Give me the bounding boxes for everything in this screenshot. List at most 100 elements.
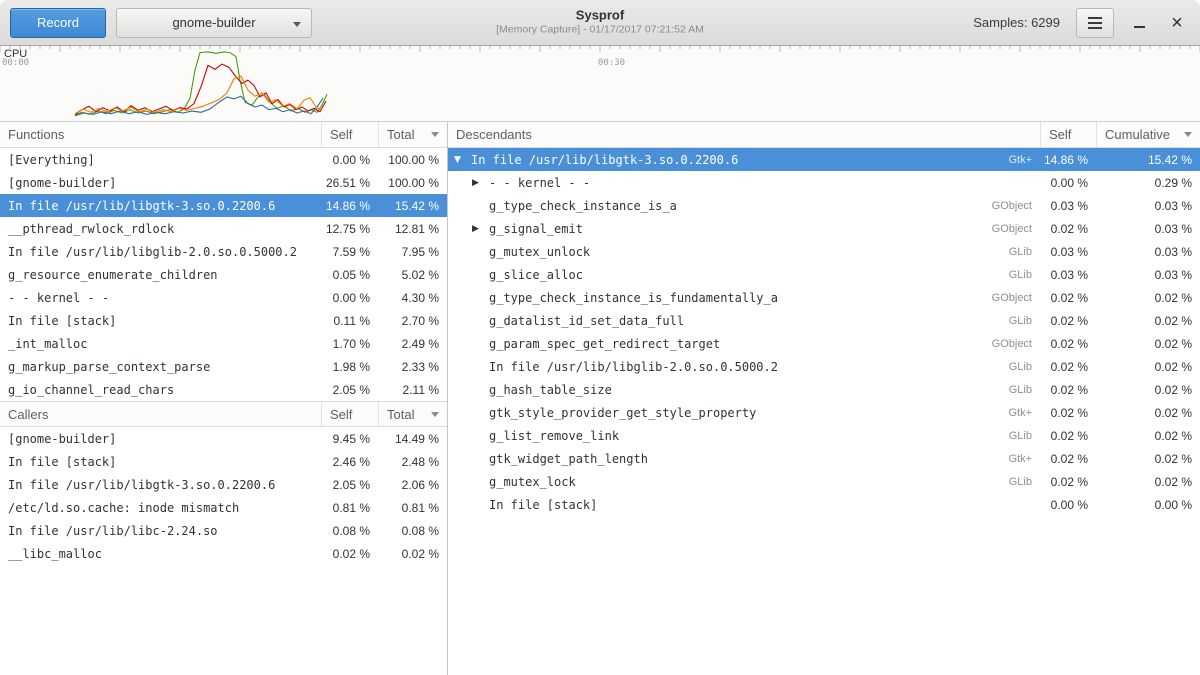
descendant-cumulative: 0.02 % xyxy=(1096,337,1200,351)
process-selector-label: gnome-builder xyxy=(172,15,255,30)
descendant-cumulative: 0.02 % xyxy=(1096,360,1200,374)
descendant-row[interactable]: g_list_remove_linkGLib0.02 %0.02 % xyxy=(448,424,1200,447)
function-row-total: 15.42 % xyxy=(378,199,447,213)
function-row-name: In file /usr/lib/libglib-2.0.so.0.5000.2 xyxy=(0,245,321,259)
minimize-button[interactable] xyxy=(1126,10,1152,36)
descendant-row[interactable]: g_param_spec_get_redirect_targetGObject0… xyxy=(448,332,1200,355)
function-row-self: 0.11 % xyxy=(321,314,378,328)
caller-row[interactable]: __libc_malloc0.02 %0.02 % xyxy=(0,542,447,565)
time-label-mid: 00:30 xyxy=(598,58,625,68)
descendant-row[interactable]: g_mutex_unlockGLib0.03 %0.03 % xyxy=(448,240,1200,263)
descendant-row[interactable]: In file [stack]0.00 %0.00 % xyxy=(448,493,1200,516)
function-row[interactable]: __pthread_rwlock_rdlock12.75 %12.81 % xyxy=(0,217,447,240)
descendant-name: g_type_check_instance_is_a xyxy=(489,199,677,213)
caller-row[interactable]: In file /usr/lib/libc-2.24.so0.08 %0.08 … xyxy=(0,519,447,542)
menu-button[interactable] xyxy=(1076,8,1114,38)
function-row-total: 2.33 % xyxy=(378,360,447,374)
descendant-cumulative: 0.03 % xyxy=(1096,245,1200,259)
descendant-name-cell: ▶- - kernel - - xyxy=(448,176,970,190)
functions-total-column-header[interactable]: Total xyxy=(378,122,447,147)
function-row[interactable]: [gnome-builder]26.51 %100.00 % xyxy=(0,171,447,194)
function-row[interactable]: g_resource_enumerate_children0.05 %5.02 … xyxy=(0,263,447,286)
descendant-cumulative: 0.29 % xyxy=(1096,176,1200,190)
function-row-name: In file [stack] xyxy=(0,314,321,328)
function-row[interactable]: g_markup_parse_context_parse1.98 %2.33 % xyxy=(0,355,447,378)
descendant-cumulative: 0.02 % xyxy=(1096,406,1200,420)
descendant-row[interactable]: g_type_check_instance_is_fundamentally_a… xyxy=(448,286,1200,309)
descendant-row[interactable]: ▶- - kernel - -0.00 %0.29 % xyxy=(448,171,1200,194)
function-row[interactable]: _int_malloc1.70 %2.49 % xyxy=(0,332,447,355)
caller-row-self: 0.81 % xyxy=(321,501,378,515)
process-selector-dropdown[interactable]: gnome-builder xyxy=(116,8,312,38)
functions-self-column-header[interactable]: Self xyxy=(321,122,378,147)
descendant-row[interactable]: g_slice_allocGLib0.03 %0.03 % xyxy=(448,263,1200,286)
descendant-cumulative: 15.42 % xyxy=(1096,153,1200,167)
descendant-cumulative: 0.02 % xyxy=(1096,475,1200,489)
expander-expanded-icon[interactable]: ▼ xyxy=(454,155,471,165)
cpu-usage-graph[interactable]: CPU 00:00 00:30 xyxy=(0,46,1200,122)
column-label: Descendants xyxy=(456,127,532,142)
expander-collapsed-icon[interactable]: ▶ xyxy=(472,178,489,188)
descendants-column-header[interactable]: Descendants xyxy=(448,122,1040,147)
caller-row-total: 0.02 % xyxy=(378,547,447,561)
function-row-name: [gnome-builder] xyxy=(0,176,321,190)
descendant-name-cell: g_list_remove_link xyxy=(448,429,970,443)
headerbar-right: Samples: 6299 × xyxy=(973,8,1190,38)
function-row[interactable]: g_io_channel_read_chars2.05 %2.11 % xyxy=(0,378,447,401)
functions-column-header[interactable]: Functions xyxy=(0,122,321,147)
descendant-cumulative: 0.02 % xyxy=(1096,452,1200,466)
descendant-row[interactable]: ▶g_signal_emitGObject0.02 %0.03 % xyxy=(448,217,1200,240)
caller-row[interactable]: /etc/ld.so.cache: inode mismatch0.81 %0.… xyxy=(0,496,447,519)
descendant-self: 0.02 % xyxy=(1040,291,1096,305)
caller-row[interactable]: In file [stack]2.46 %2.48 % xyxy=(0,450,447,473)
descendant-name: g_hash_table_size xyxy=(489,383,612,397)
function-row[interactable]: In file [stack]0.11 %2.70 % xyxy=(0,309,447,332)
function-row-name: g_resource_enumerate_children xyxy=(0,268,321,282)
descendant-self: 0.03 % xyxy=(1040,199,1096,213)
caller-row[interactable]: [gnome-builder]9.45 %14.49 % xyxy=(0,427,447,450)
descendant-name: gtk_style_provider_get_style_property xyxy=(489,406,756,420)
function-row[interactable]: In file /usr/lib/libglib-2.0.so.0.5000.2… xyxy=(0,240,447,263)
descendant-row[interactable]: g_mutex_lockGLib0.02 %0.02 % xyxy=(448,470,1200,493)
descendants-cumulative-column-header[interactable]: Cumulative xyxy=(1096,122,1200,147)
callers-column-header[interactable]: Callers xyxy=(0,402,321,426)
column-label: Total xyxy=(387,127,414,142)
expander-collapsed-icon[interactable]: ▶ xyxy=(472,224,489,234)
record-button[interactable]: Record xyxy=(10,8,106,38)
descendant-name: gtk_widget_path_length xyxy=(489,452,648,466)
function-row[interactable]: [Everything]0.00 %100.00 % xyxy=(0,148,447,171)
function-row-name: - - kernel - - xyxy=(0,291,321,305)
function-row-total: 2.49 % xyxy=(378,337,447,351)
descendant-name: In file [stack] xyxy=(489,498,597,512)
minimize-icon xyxy=(1134,26,1145,28)
callers-list: [gnome-builder]9.45 %14.49 %In file [sta… xyxy=(0,427,447,565)
function-row-total: 5.02 % xyxy=(378,268,447,282)
descendant-name-cell: g_slice_alloc xyxy=(448,268,970,282)
descendant-row[interactable]: gtk_widget_path_lengthGtk+0.02 %0.02 % xyxy=(448,447,1200,470)
descendant-row[interactable]: g_datalist_id_set_data_fullGLib0.02 %0.0… xyxy=(448,309,1200,332)
function-row-name: g_markup_parse_context_parse xyxy=(0,360,321,374)
descendant-cumulative: 0.00 % xyxy=(1096,498,1200,512)
descendant-name-cell: gtk_style_provider_get_style_property xyxy=(448,406,970,420)
close-button[interactable]: × xyxy=(1164,10,1190,36)
descendant-row[interactable]: ▼In file /usr/lib/libgtk-3.so.0.2200.6Gt… xyxy=(448,148,1200,171)
descendant-row[interactable]: g_type_check_instance_is_aGObject0.03 %0… xyxy=(448,194,1200,217)
descendant-cumulative: 0.02 % xyxy=(1096,314,1200,328)
callers-self-column-header[interactable]: Self xyxy=(321,402,378,426)
descendant-cumulative: 0.02 % xyxy=(1096,383,1200,397)
function-row-self: 7.59 % xyxy=(321,245,378,259)
function-row[interactable]: In file /usr/lib/libgtk-3.so.0.2200.614.… xyxy=(0,194,447,217)
function-row-self: 1.98 % xyxy=(321,360,378,374)
descendants-self-column-header[interactable]: Self xyxy=(1040,122,1096,147)
caller-row[interactable]: In file /usr/lib/libgtk-3.so.0.2200.62.0… xyxy=(0,473,447,496)
descendant-row[interactable]: In file /usr/lib/libglib-2.0.so.0.5000.2… xyxy=(448,355,1200,378)
caller-row-name: __libc_malloc xyxy=(0,547,321,561)
function-row[interactable]: - - kernel - -0.00 %4.30 % xyxy=(0,286,447,309)
hamburger-icon xyxy=(1088,17,1102,29)
descendant-name-cell: ▼In file /usr/lib/libgtk-3.so.0.2200.6 xyxy=(448,153,970,167)
column-label: Callers xyxy=(8,407,48,422)
descendant-row[interactable]: g_hash_table_sizeGLib0.02 %0.02 % xyxy=(448,378,1200,401)
callers-total-column-header[interactable]: Total xyxy=(378,402,447,426)
descendant-self: 0.02 % xyxy=(1040,222,1096,236)
descendant-row[interactable]: gtk_style_provider_get_style_propertyGtk… xyxy=(448,401,1200,424)
